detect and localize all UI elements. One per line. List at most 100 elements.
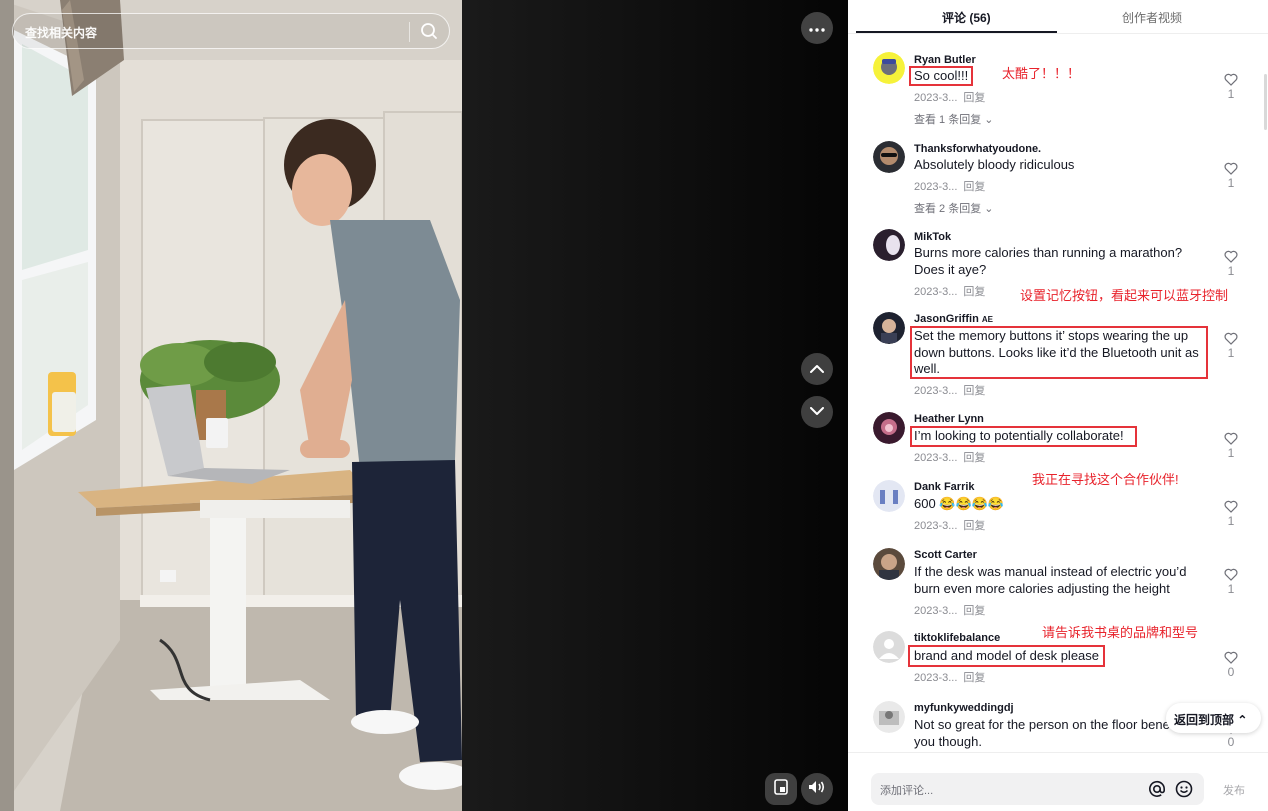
more-button[interactable] — [801, 12, 833, 44]
view-replies-button[interactable]: 查看 2 条回复 ⌄ — [914, 200, 994, 216]
highlight-box — [909, 66, 973, 86]
reply-button[interactable]: 回复 — [963, 92, 985, 104]
pip-icon — [774, 778, 788, 800]
comment-text: Absolutely bloody ridiculous — [914, 157, 1075, 172]
volume-button[interactable] — [801, 773, 833, 805]
comment-date: 2023-3... — [914, 605, 958, 617]
comment-meta: 2023-3... 回复 — [914, 178, 985, 194]
like-count: 1 — [1227, 264, 1235, 278]
comment-composer: 添加评论... 发布 — [848, 752, 1268, 811]
comment-meta: 2023-3... 回复 — [914, 602, 985, 618]
next-video-button[interactable] — [801, 396, 833, 428]
chevron-up-icon — [810, 360, 824, 378]
heart-icon — [1220, 73, 1242, 86]
comment-author[interactable]: Scott Carter — [914, 549, 977, 561]
search-icon[interactable] — [418, 20, 440, 42]
like-count: 1 — [1227, 582, 1235, 596]
flag-badge: AE — [981, 315, 993, 324]
like-button[interactable]: 1 — [1220, 568, 1242, 596]
avatar[interactable] — [873, 312, 905, 344]
like-button[interactable]: 1 — [1220, 432, 1242, 460]
avatar[interactable] — [873, 480, 905, 512]
reply-button[interactable]: 回复 — [963, 672, 985, 684]
reply-button[interactable]: 回复 — [963, 286, 985, 298]
comment-date: 2023-3... — [914, 286, 958, 298]
heart-icon — [1220, 432, 1242, 445]
view-replies-button[interactable]: 查看 1 条回复 ⌄ — [914, 111, 994, 127]
annotation-translation: 设置记忆按钮，看起来可以蓝牙控制 — [1020, 288, 1229, 303]
annotation-translation: 我正在寻找这个合作伙伴! — [1032, 472, 1179, 487]
like-count: 0 — [1227, 665, 1235, 679]
annotation-translation: 请告诉我书桌的品牌和型号 — [1042, 625, 1199, 640]
emoji-icon[interactable] — [1173, 778, 1195, 800]
comment-author[interactable]: Thanksforwhatyoudone. — [914, 143, 1041, 155]
comment-meta: 2023-3... 回复 — [914, 382, 985, 398]
like-button[interactable]: 1 — [1220, 73, 1242, 101]
scrollbar[interactable] — [1264, 74, 1267, 130]
comment-date: 2023-3... — [914, 520, 958, 532]
like-button[interactable]: 0 — [1220, 651, 1242, 679]
like-count: 1 — [1227, 87, 1235, 101]
comment-date: 2023-3... — [914, 181, 958, 193]
avatar[interactable] — [873, 52, 905, 84]
highlight-box — [910, 426, 1137, 447]
comment-input-placeholder: 添加评论... — [880, 785, 934, 797]
heart-icon — [1220, 250, 1242, 263]
search-input[interactable]: 查找相关内容 — [25, 24, 97, 41]
avatar[interactable] — [873, 701, 905, 733]
like-count: 0 — [1227, 735, 1235, 749]
video-player[interactable]: 查找相关内容 — [0, 0, 848, 811]
like-button[interactable]: 1 — [1220, 162, 1242, 190]
comments-panel: 评论 (56) 创作者视频 Ryan Butler So cool!!! 202… — [848, 0, 1268, 811]
comment-text: Burns more calories than running a marat… — [914, 245, 1183, 277]
comment-author[interactable]: JasonGriffin AE — [914, 313, 993, 325]
reply-button[interactable]: 回复 — [963, 452, 985, 464]
heart-icon — [1220, 651, 1242, 664]
like-count: 1 — [1227, 176, 1235, 190]
search-bar[interactable]: 查找相关内容 — [12, 13, 450, 49]
avatar[interactable] — [873, 229, 905, 261]
comment-author[interactable]: tiktoklifebalance — [914, 632, 1000, 644]
comment-author[interactable]: Ryan Butler — [914, 54, 976, 66]
like-count: 1 — [1227, 346, 1235, 360]
comment-text: Not so great for the person on the floor… — [914, 717, 1188, 749]
heart-icon — [1220, 500, 1242, 513]
comment-meta: 2023-3... 回复 — [914, 669, 985, 685]
like-button[interactable]: 1 — [1220, 332, 1242, 360]
avatar[interactable] — [873, 141, 905, 173]
reply-button[interactable]: 回复 — [963, 605, 985, 617]
reply-button[interactable]: 回复 — [963, 385, 985, 397]
reply-button[interactable]: 回复 — [963, 181, 985, 193]
like-button[interactable]: 1 — [1220, 500, 1242, 528]
post-button[interactable]: 发布 — [1223, 782, 1245, 798]
heart-icon — [1220, 162, 1242, 175]
tab-comments[interactable]: 评论 (56) — [942, 9, 991, 26]
comment-meta: 2023-3... 回复 — [914, 517, 985, 533]
previous-video-button[interactable] — [801, 353, 833, 385]
avatar[interactable] — [873, 412, 905, 444]
like-button[interactable]: 1 — [1220, 250, 1242, 278]
panel-tabs: 评论 (56) 创作者视频 — [848, 0, 1268, 34]
comment-author[interactable]: Heather Lynn — [914, 413, 984, 425]
comment-author[interactable]: MikTok — [914, 231, 951, 243]
comment-date: 2023-3... — [914, 672, 958, 684]
video-scene — [0, 0, 462, 811]
chevron-down-icon — [810, 403, 824, 421]
comment-list[interactable]: Ryan Butler So cool!!! 2023-3... 回复 查看 1 … — [848, 34, 1268, 752]
picture-in-picture-button[interactable] — [765, 773, 797, 805]
tab-creator-videos[interactable]: 创作者视频 — [1122, 9, 1182, 26]
at-icon[interactable] — [1146, 778, 1168, 800]
reply-button[interactable]: 回复 — [963, 520, 985, 532]
highlight-box — [908, 645, 1105, 667]
like-count: 1 — [1227, 514, 1235, 528]
video-frame[interactable]: 查找相关内容 — [0, 0, 462, 811]
avatar[interactable] — [873, 548, 905, 580]
heart-icon — [1220, 332, 1242, 345]
back-to-top-button[interactable]: 返回到顶部 ⌃ — [1166, 703, 1261, 733]
comment-author[interactable]: Dank Farrik — [914, 481, 975, 493]
avatar[interactable] — [873, 631, 905, 663]
more-icon — [809, 19, 825, 37]
comment-input[interactable]: 添加评论... — [871, 773, 1204, 805]
comment-date: 2023-3... — [914, 92, 958, 104]
comment-author[interactable]: myfunkyweddingdj — [914, 702, 1014, 714]
